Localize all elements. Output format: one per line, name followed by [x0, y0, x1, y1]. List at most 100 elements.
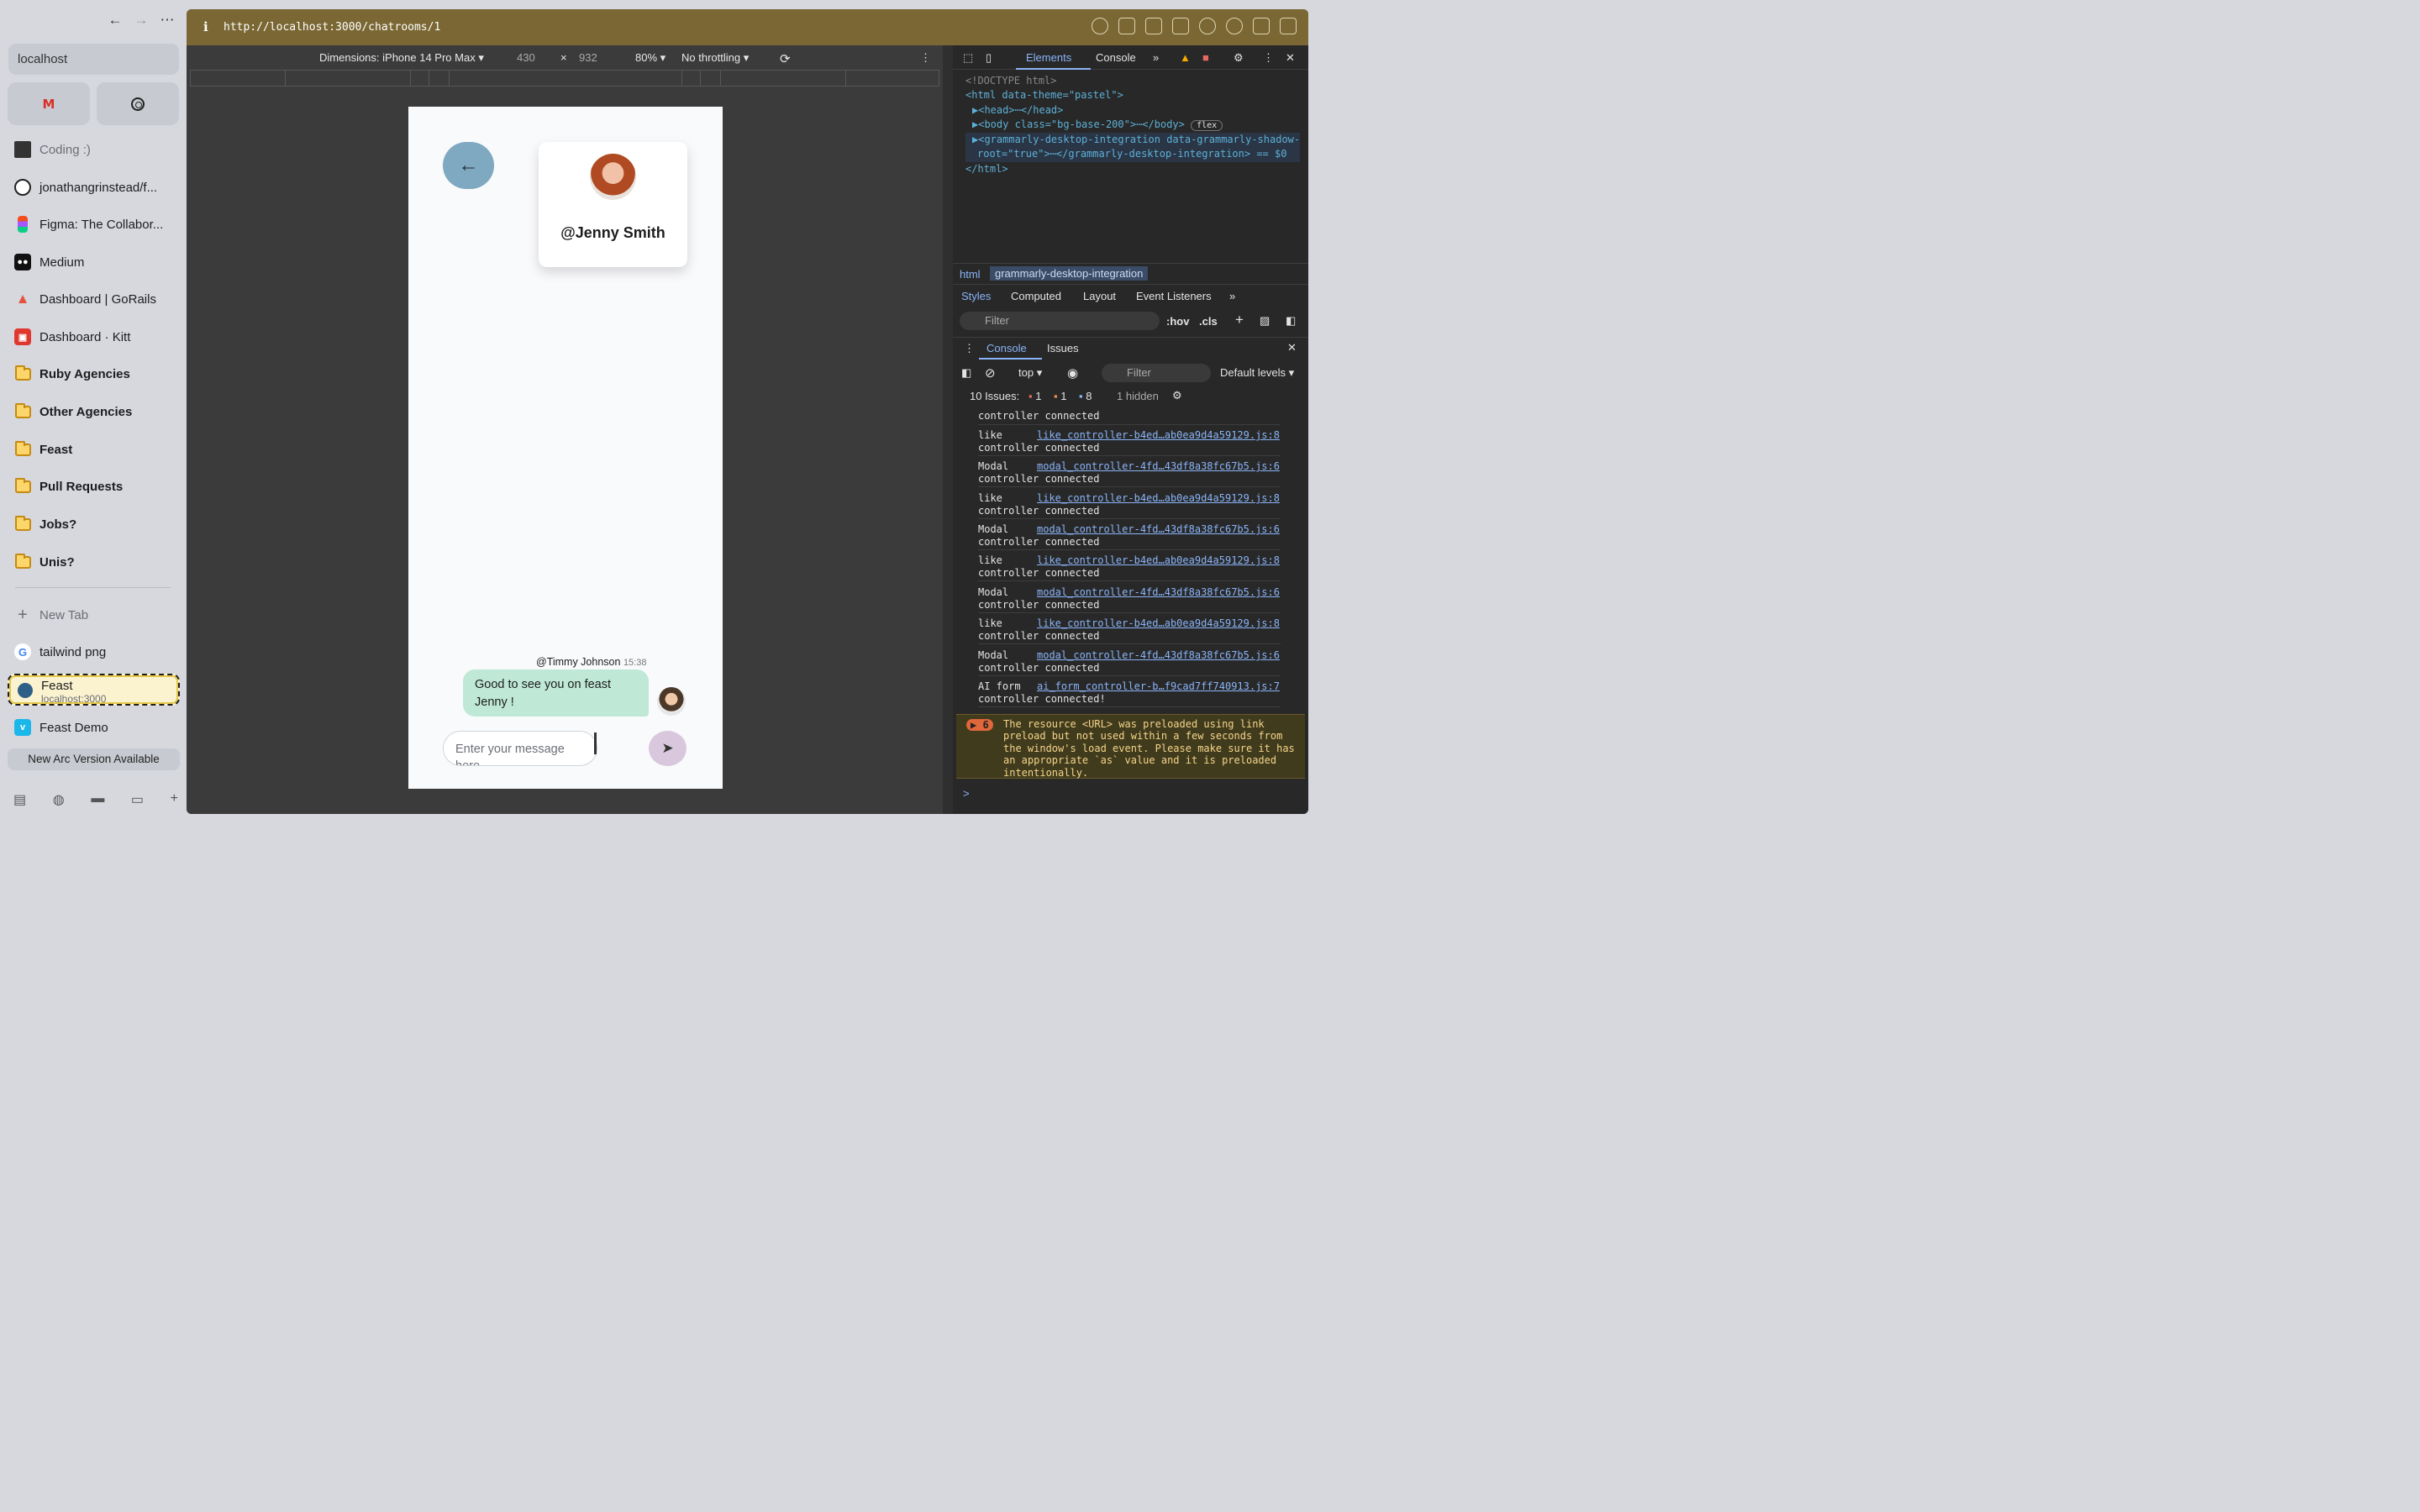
sidebar-item-medium[interactable]: ●● Medium [14, 250, 182, 274]
console-log-source-link[interactable]: like_controller-b4ed…ab0ea9d4a59129.js:8 [1037, 429, 1280, 442]
send-button[interactable]: ➤ [649, 731, 687, 766]
back-button[interactable]: ← [443, 142, 494, 189]
crumb-grammarly[interactable]: grammarly-desktop-integration [990, 266, 1149, 281]
target-icon[interactable] [1226, 18, 1243, 34]
sidebar-folder-ruby-agencies[interactable]: Ruby Agencies [14, 362, 182, 386]
issues-settings-icon[interactable]: ⚙ [1172, 389, 1182, 402]
more-icon[interactable]: ⋯ [160, 12, 175, 29]
device-height-input[interactable]: 932 [579, 51, 597, 64]
tab-computed[interactable]: Computed [1011, 290, 1061, 302]
console-filter-input[interactable]: Filter [1102, 364, 1211, 382]
console-log-source-link[interactable]: modal_controller-4fd…43df8a38fc67b5.js:6 [1037, 649, 1280, 662]
dom-html[interactable]: <html data-theme="pastel"> [965, 88, 1300, 102]
warning-badge[interactable]: ▶ 6 [966, 719, 993, 732]
site-info-icon[interactable]: i [203, 19, 208, 34]
sidebar-tab-feast-demo[interactable]: v Feast Demo [14, 716, 182, 739]
tab-styles[interactable]: Styles [961, 290, 991, 302]
sidebar-item-kitt[interactable]: ▣ Dashboard · Kitt [14, 325, 182, 349]
add-space-icon[interactable]: + [171, 791, 178, 808]
sidebar-toggle-icon[interactable]: ◧ [1286, 314, 1296, 328]
globe-icon[interactable] [1199, 18, 1216, 34]
inspect-icon[interactable]: ⬚ [963, 51, 973, 65]
extensions-icon[interactable] [1253, 18, 1270, 34]
forward-arrow-icon[interactable]: → [134, 12, 149, 29]
levels-select[interactable]: Default levels ▾ [1220, 366, 1294, 380]
issue-error-count[interactable]: ▪ 1 [1028, 390, 1041, 402]
drawer-tab-console[interactable]: Console [986, 342, 1027, 354]
more-style-tabs-icon[interactable]: » [1229, 290, 1235, 302]
sidebar-tab-feast-active[interactable]: Feast localhost:3000 [8, 674, 180, 706]
new-tab-button[interactable]: + New Tab [14, 603, 182, 627]
rotate-icon[interactable]: ⟳ [780, 51, 791, 66]
sidebar-folder-unis[interactable]: Unis? [14, 550, 182, 574]
more-tabs-icon[interactable]: » [1153, 51, 1159, 64]
camera-icon[interactable] [1145, 18, 1162, 34]
capture-icon[interactable] [1118, 18, 1135, 34]
cls-toggle[interactable]: .cls [1199, 315, 1218, 328]
device-dimensions-select[interactable]: Dimensions: iPhone 14 Pro Max ▾ [319, 51, 484, 65]
console-log-source-link[interactable]: ai_form_controller-b…f9cad7ff740913.js:7 [1037, 680, 1280, 693]
device-toggle-icon[interactable]: ▯ [986, 51, 992, 65]
console-sidebar-icon[interactable]: ◧ [961, 366, 971, 380]
devtools-more-icon[interactable]: ⋮ [1263, 51, 1274, 65]
tab-layout[interactable]: Layout [1083, 290, 1116, 302]
context-select[interactable]: top ▾ [1018, 366, 1042, 380]
console-log-source-link[interactable]: like_controller-b4ed…ab0ea9d4a59129.js:8 [1037, 617, 1280, 630]
sidebar-item-gorails[interactable]: ▲ Dashboard | GoRails [14, 287, 182, 311]
flex-badge[interactable]: flex [1191, 119, 1223, 131]
hov-toggle[interactable]: :hov [1166, 315, 1189, 328]
briefcase-icon[interactable]: ▭ [131, 791, 144, 808]
console-log-source-link[interactable]: like_controller-b4ed…ab0ea9d4a59129.js:8 [1037, 554, 1280, 567]
issue-warning-count[interactable]: ▪ 1 [1054, 390, 1066, 402]
monitor-space-icon[interactable]: ▬ [91, 791, 104, 808]
issue-info-count[interactable]: ▪ 8 [1079, 390, 1092, 402]
pinned-chatgpt[interactable] [97, 82, 179, 125]
paint-icon[interactable]: ▨ [1260, 314, 1270, 328]
address-url[interactable]: http://localhost:3000/chatrooms/1 [224, 21, 440, 34]
device-more-icon[interactable]: ⋮ [920, 51, 931, 65]
media-query-ruler[interactable] [190, 70, 939, 87]
resize-handle[interactable] [594, 732, 597, 754]
add-rule-icon[interactable]: + [1235, 312, 1244, 328]
console-log-source-link[interactable]: like_controller-b4ed…ab0ea9d4a59129.js:8 [1037, 492, 1280, 505]
drawer-menu-icon[interactable]: ⋮ [964, 342, 975, 355]
close-devtools-icon[interactable]: ✕ [1286, 51, 1295, 65]
sidebar-item-coding[interactable]: Coding :) [14, 138, 182, 161]
console-prompt[interactable]: > [963, 787, 970, 800]
error-icon[interactable]: ■ [1202, 51, 1209, 64]
dom-body[interactable]: ▶<body class="bg-base-200">⋯</body> flex [965, 118, 1300, 133]
clear-console-icon[interactable]: ⊘ [985, 365, 996, 381]
tab-console[interactable]: Console [1096, 51, 1136, 64]
new-version-banner[interactable]: New Arc Version Available [8, 748, 180, 770]
settings-icon[interactable]: ⚙ [1234, 51, 1244, 65]
pinned-gmail[interactable]: M [8, 82, 90, 125]
sidebar-folder-other-agencies[interactable]: Other Agencies [14, 400, 182, 423]
eye-icon[interactable]: ◉ [1067, 365, 1078, 381]
split-view-icon[interactable] [1280, 18, 1297, 34]
console-log-source-link[interactable]: modal_controller-4fd…43df8a38fc67b5.js:6 [1037, 523, 1280, 536]
sidebar-item-github[interactable]: jonathangrinstead/f... [14, 176, 182, 199]
sidebar-folder-pull-requests[interactable]: Pull Requests [14, 475, 182, 498]
console-log-source-link[interactable]: modal_controller-4fd…43df8a38fc67b5.js:6 [1037, 460, 1280, 473]
sidebar-url-bar[interactable]: localhost [8, 44, 179, 75]
close-drawer-icon[interactable]: ✕ [1287, 341, 1297, 354]
link-icon[interactable] [1092, 18, 1108, 34]
panel-splitter[interactable] [943, 45, 953, 814]
sidebar-tab-tailwind[interactable]: Gtailwind png [14, 640, 182, 664]
issues-label[interactable]: 10 Issues: [970, 390, 1019, 402]
dom-head[interactable]: ▶<head>⋯</head> [965, 103, 1300, 118]
zoom-select[interactable]: 80% ▾ [635, 51, 666, 65]
styles-filter-input[interactable]: Filter [960, 312, 1160, 330]
tab-elements[interactable]: Elements [1026, 51, 1071, 64]
sidebar-folder-jobs[interactable]: Jobs? [14, 512, 182, 536]
drawer-tab-issues[interactable]: Issues [1047, 342, 1079, 354]
terminal-icon[interactable] [1172, 18, 1189, 34]
sidebar-item-figma[interactable]: Figma: The Collabor... [14, 213, 182, 236]
device-width-input[interactable]: 430 [517, 51, 535, 64]
console-log-source-link[interactable]: modal_controller-4fd…43df8a38fc67b5.js:6 [1037, 586, 1280, 599]
tab-event-listeners[interactable]: Event Listeners [1136, 290, 1212, 302]
crumb-html[interactable]: html [960, 268, 981, 281]
console-warning[interactable]: ▶ 6 The resource <URL> was preloaded usi… [956, 714, 1305, 779]
space-icon[interactable]: ◍ [53, 791, 65, 808]
back-arrow-icon[interactable]: ← [108, 12, 123, 29]
